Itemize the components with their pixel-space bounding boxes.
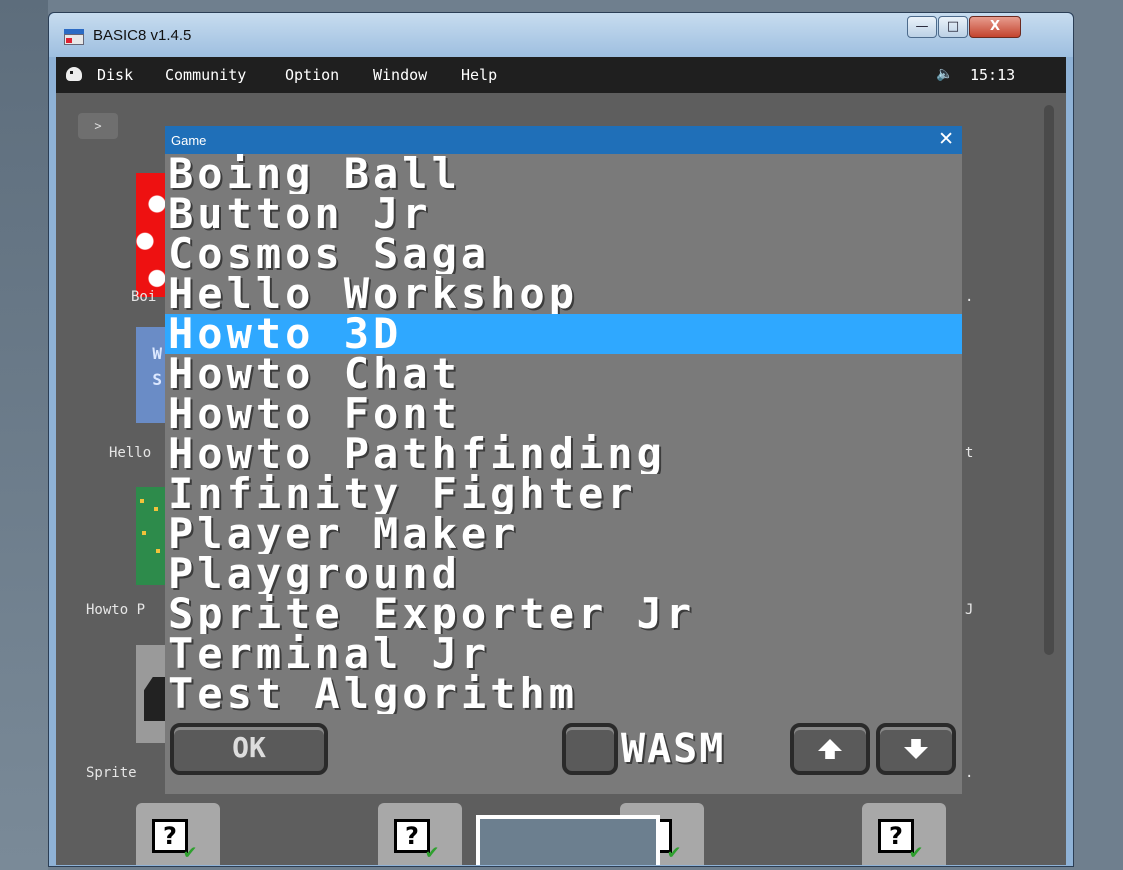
list-item[interactable]: Hello Workshop (165, 274, 962, 314)
close-window-button[interactable]: X (969, 16, 1021, 38)
desktop-label-right-2: t (965, 445, 974, 461)
ok-button[interactable]: OK (170, 723, 328, 775)
app-window: BASIC8 v1.4.5 — □ X Disk Community Optio… (48, 12, 1074, 867)
howto-pathfinding-thumbnail[interactable] (136, 487, 166, 585)
sprite-exporter-thumbnail[interactable] (136, 645, 168, 743)
check-icon: ✔ (910, 839, 923, 863)
list-item[interactable]: Boing Ball (165, 154, 962, 194)
question-icon: ? (878, 819, 914, 853)
wasm-label: WASM (621, 726, 726, 772)
prompt-button[interactable]: > (78, 113, 118, 139)
app-client-area: Disk Community Option Window Help 🔈 15:1… (56, 57, 1066, 865)
list-item[interactable]: Test Algorithm (165, 674, 962, 714)
menu-help[interactable]: Help (461, 66, 497, 84)
check-icon: ✔ (668, 839, 681, 863)
menu-window[interactable]: Window (373, 66, 427, 84)
check-icon: ✔ (426, 839, 439, 863)
menu-option[interactable]: Option (285, 66, 339, 84)
desktop-label-hello: Hello (109, 445, 152, 461)
list-item[interactable]: Howto Font (165, 394, 962, 434)
list-item-selected[interactable]: Howto 3D (165, 314, 962, 354)
list-item[interactable]: Player Maker (165, 514, 962, 554)
check-icon: ✔ (184, 839, 197, 863)
window-titlebar[interactable]: BASIC8 v1.4.5 — □ X (49, 13, 1073, 57)
app-icon (64, 29, 84, 45)
desktop-background (0, 0, 48, 870)
basic8-logo-icon[interactable] (66, 67, 82, 81)
question-icon: ? (152, 819, 188, 853)
boing-ball-thumbnail[interactable] (136, 173, 166, 297)
list-item[interactable]: Howto Chat (165, 354, 962, 394)
list-item[interactable]: Infinity Fighter (165, 474, 962, 514)
dialog-title: Game (171, 133, 207, 148)
dialog-titlebar: Game ✕ (165, 126, 962, 154)
unknown-app-tile[interactable]: ? ✔ (862, 803, 946, 865)
list-item[interactable]: Cosmos Saga (165, 234, 962, 274)
scroll-down-button[interactable] (876, 723, 956, 775)
list-item[interactable]: Playground (165, 554, 962, 594)
scroll-up-button[interactable] (790, 723, 870, 775)
desktop-label-howto: Howto P (86, 602, 146, 618)
desktop-label-right-1: . (965, 289, 974, 305)
menu-disk[interactable]: Disk (97, 66, 133, 84)
arrow-down-icon (904, 739, 928, 759)
close-icon[interactable]: ✕ (938, 128, 954, 150)
list-item[interactable]: Button Jr (165, 194, 962, 234)
desktop-label-boing: Boi (131, 289, 157, 305)
vertical-scrollbar[interactable] (1044, 105, 1054, 655)
window-title: BASIC8 v1.4.5 (93, 27, 192, 44)
speaker-icon[interactable]: 🔈 (936, 66, 953, 82)
maximize-button[interactable]: □ (938, 16, 968, 38)
game-dialog: Game ✕ Boing Ball Button Jr Cosmos Saga … (165, 126, 962, 794)
menu-community[interactable]: Community (165, 66, 246, 84)
game-list[interactable]: Boing Ball Button Jr Cosmos Saga Hello W… (165, 154, 962, 714)
minimize-button[interactable]: — (907, 16, 937, 38)
list-item[interactable]: Howto Pathfinding (165, 434, 962, 474)
unknown-app-tile[interactable]: ? ✔ (136, 803, 220, 865)
overlay-block (476, 815, 660, 865)
menu-bar: Disk Community Option Window Help 🔈 15:1… (56, 57, 1066, 93)
desktop-label-sprite: Sprite (86, 765, 137, 781)
hello-workshop-thumbnail[interactable]: WS (136, 327, 166, 423)
desktop-label-right-4: . (965, 765, 974, 781)
list-item[interactable]: Sprite Exporter Jr (165, 594, 962, 634)
unknown-app-tile[interactable]: ? ✔ (378, 803, 462, 865)
clock: 15:13 (970, 66, 1016, 84)
wasm-checkbox[interactable] (562, 723, 618, 775)
arrow-up-icon (818, 739, 842, 759)
desktop-label-right-3: J (965, 602, 974, 618)
question-icon: ? (394, 819, 430, 853)
list-item[interactable]: Terminal Jr (165, 634, 962, 674)
